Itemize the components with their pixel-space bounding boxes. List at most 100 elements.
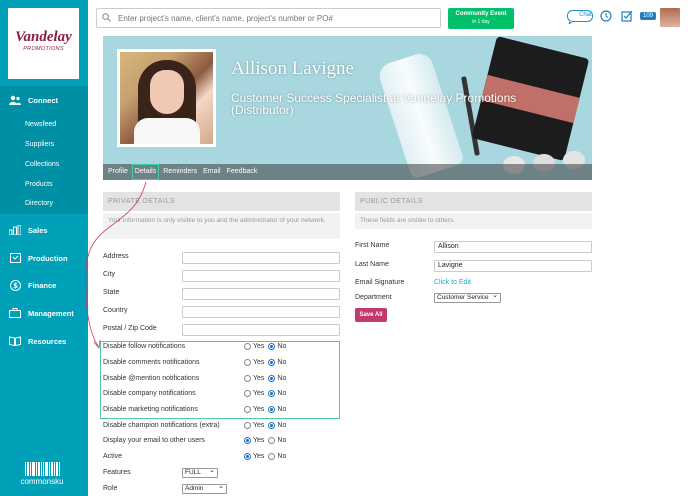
- profile-banner: Allison Lavigne Customer Success Special…: [103, 36, 592, 180]
- sidebar-item-label: Connect: [28, 95, 58, 105]
- logo-subtext: PROMOTIONS: [23, 46, 64, 52]
- radio-yes[interactable]: [244, 422, 251, 429]
- sidebar-item-label: Sales: [28, 225, 48, 235]
- book-icon: [8, 335, 22, 347]
- toggle-label-champion: Disable champion notifications (extra): [103, 422, 220, 429]
- event-label: Community Event: [455, 11, 507, 17]
- radio-yes[interactable]: [244, 359, 251, 366]
- sidebar-item-connect[interactable]: Connect: [0, 91, 88, 109]
- radio-yes[interactable]: [244, 453, 251, 460]
- sidebar: Vandelay PROMOTIONS Connect Newsfeed Sup…: [0, 0, 88, 496]
- public-details-note: These fields are visible to others.: [355, 213, 592, 229]
- sidebar-item-finance[interactable]: $ Finance: [0, 276, 88, 294]
- toggle-label-mention: Disable @mention notifications: [103, 375, 200, 382]
- toggle-champion-notifications[interactable]: Yes No: [244, 422, 290, 429]
- public-details-heading: PUBLIC DETAILS: [355, 192, 592, 211]
- brand-text: commonsku: [20, 477, 64, 486]
- tab-profile[interactable]: Profile: [106, 164, 130, 180]
- briefcase-icon: [8, 307, 22, 319]
- annotation-arrow-icon: [85, 181, 147, 349]
- toggle-display-email[interactable]: Yes No: [244, 437, 290, 444]
- chat-button[interactable]: Chat: [567, 10, 593, 24]
- radio-no[interactable]: [268, 453, 276, 460]
- email-signature-label: Email Signature: [355, 279, 405, 286]
- department-label: Department: [355, 294, 392, 301]
- radio-no[interactable]: [268, 437, 276, 444]
- profile-tabs: Profile Details Reminders Email Feedback: [103, 164, 592, 180]
- sidebar-item-label: Management: [28, 308, 74, 318]
- radio-no[interactable]: [268, 343, 276, 350]
- search-input[interactable]: [118, 13, 438, 23]
- tab-details[interactable]: Details: [131, 164, 160, 180]
- edit-signature-link[interactable]: Click to Edit: [434, 279, 471, 286]
- first-name-label: First Name: [355, 242, 390, 249]
- city-field[interactable]: [182, 270, 340, 282]
- search-icon: [102, 12, 114, 24]
- dollar-icon: $: [8, 279, 22, 291]
- radio-yes[interactable]: [244, 390, 251, 397]
- sidebar-item-products[interactable]: Products: [25, 181, 53, 188]
- sidebar-item-suppliers[interactable]: Suppliers: [25, 141, 54, 148]
- radio-no[interactable]: [268, 375, 276, 382]
- toggle-follow-notifications[interactable]: Yes No: [244, 343, 290, 350]
- country-field[interactable]: [182, 306, 340, 318]
- notification-badge[interactable]: 109: [640, 12, 657, 20]
- features-select[interactable]: FULL: [182, 467, 218, 478]
- tasks-icon[interactable]: [621, 10, 633, 24]
- toggle-comments-notifications[interactable]: Yes No: [244, 359, 290, 366]
- svg-text:$: $: [13, 282, 18, 290]
- toggle-label-company: Disable company notifications: [103, 390, 196, 397]
- sidebar-item-collections[interactable]: Collections: [25, 161, 59, 168]
- radio-yes[interactable]: [244, 406, 251, 413]
- last-name-field[interactable]: Lavigne: [434, 260, 592, 272]
- toggle-label-active: Active: [103, 453, 123, 460]
- profile-photo[interactable]: [117, 49, 216, 147]
- role-select[interactable]: Admin: [182, 483, 227, 494]
- sidebar-item-production[interactable]: Production: [0, 249, 88, 267]
- radio-no[interactable]: [268, 422, 276, 429]
- company-logo[interactable]: Vandelay PROMOTIONS: [8, 8, 79, 79]
- clock-icon[interactable]: [600, 10, 612, 24]
- radio-no[interactable]: [268, 359, 276, 366]
- first-name-field[interactable]: Allison: [434, 241, 592, 253]
- bar-chart-icon: [8, 224, 22, 236]
- toggle-label-display-email: Display your email to other users: [103, 437, 205, 444]
- event-countdown: in 1 day: [472, 19, 490, 25]
- sidebar-item-sales[interactable]: Sales: [0, 221, 88, 239]
- toggle-company-notifications[interactable]: Yes No: [244, 390, 290, 397]
- state-field[interactable]: [182, 288, 340, 300]
- search-bar[interactable]: [96, 8, 441, 28]
- radio-no[interactable]: [268, 406, 276, 413]
- avatar[interactable]: [660, 8, 680, 27]
- toggle-mention-notifications[interactable]: Yes No: [244, 375, 290, 382]
- tab-reminders[interactable]: Reminders: [161, 164, 199, 180]
- sidebar-item-label: Resources: [28, 336, 67, 346]
- tab-email[interactable]: Email: [201, 164, 223, 180]
- sidebar-item-management[interactable]: Management: [0, 304, 88, 322]
- community-event-button[interactable]: Community Event in 1 day: [448, 8, 514, 29]
- radio-yes[interactable]: [244, 375, 251, 382]
- profile-name: Allison Lavigne: [231, 58, 354, 79]
- brand-logo[interactable]: commonsku: [14, 462, 70, 486]
- department-select[interactable]: Customer Service: [434, 292, 501, 303]
- radio-yes[interactable]: [244, 437, 251, 444]
- logo-text: Vandelay: [15, 29, 72, 45]
- sidebar-item-newsfeed[interactable]: Newsfeed: [25, 121, 56, 128]
- radio-yes[interactable]: [244, 343, 251, 350]
- address-field[interactable]: [182, 252, 340, 264]
- radio-no[interactable]: [268, 390, 276, 397]
- chat-label: Chat: [579, 12, 592, 18]
- toggle-marketing-notifications[interactable]: Yes No: [244, 406, 290, 413]
- toggle-label-marketing: Disable marketing notifications: [103, 406, 198, 413]
- box-icon: [8, 252, 22, 264]
- sidebar-item-resources[interactable]: Resources: [0, 332, 88, 350]
- tab-feedback[interactable]: Feedback: [225, 164, 260, 180]
- features-label: Features: [103, 469, 131, 476]
- save-all-button[interactable]: Save All: [355, 308, 387, 322]
- profile-title: Customer Success Specialist at Vandelay …: [231, 91, 517, 117]
- sidebar-item-directory[interactable]: Directory: [25, 200, 53, 207]
- last-name-label: Last Name: [355, 261, 389, 268]
- sidebar-item-label: Production: [28, 253, 68, 263]
- toggle-active[interactable]: Yes No: [244, 453, 290, 460]
- postal-code-field[interactable]: [182, 324, 340, 336]
